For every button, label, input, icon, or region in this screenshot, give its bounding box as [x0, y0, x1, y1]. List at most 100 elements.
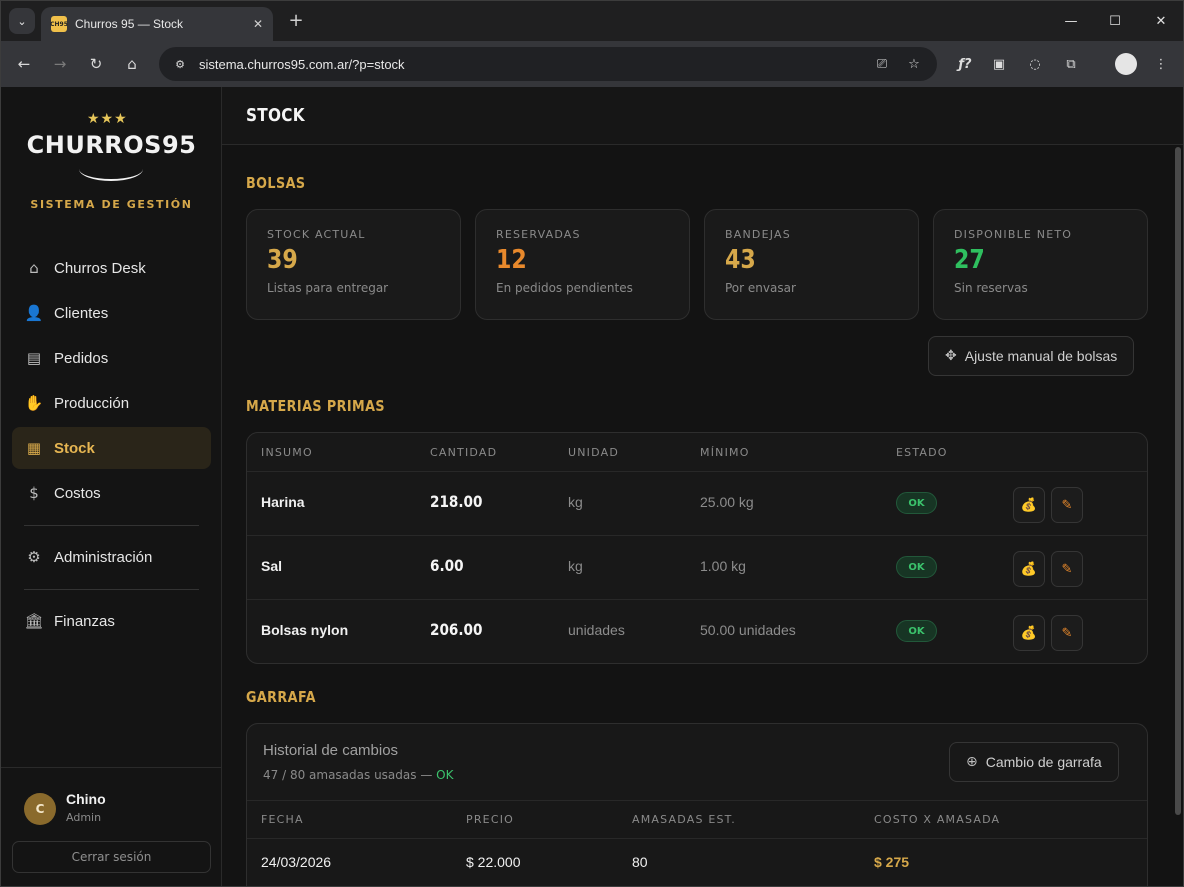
scrollbar[interactable] — [1175, 147, 1181, 815]
sidebar-item-label: Stock — [54, 439, 95, 457]
cell-unidad: kg — [568, 494, 583, 510]
card-label: STOCK ACTUAL — [267, 228, 366, 241]
logo-stars-icon: ★★★ — [87, 111, 128, 127]
browser-menu-icon[interactable]: ⋮ — [1151, 54, 1171, 74]
page-title: STOCK — [246, 105, 305, 126]
main-content: STOCK BOLSAS STOCK ACTUAL 39 Listas para… — [222, 87, 1183, 886]
cell-minimo: 50.00 unidades — [700, 622, 796, 638]
cell-precio: $ 22.000 — [466, 854, 521, 870]
cell-cantidad: 6.00 — [430, 556, 464, 575]
url-text: sistema.churros95.com.ar/?p=stock — [199, 56, 405, 72]
purchase-button[interactable]: 💰 — [1013, 551, 1045, 587]
sidebar-item-finanzas[interactable]: 🏛 Finanzas — [12, 600, 211, 642]
cell-cantidad: 218.00 — [430, 492, 483, 511]
money-bag-icon: 💰 — [1020, 625, 1038, 641]
plus-circle-icon: ⊕ — [966, 754, 978, 770]
clipboard-icon: ▦ — [26, 439, 42, 457]
extension-color-icon[interactable]: ▣ — [989, 54, 1009, 74]
close-window-button[interactable]: ✕ — [1141, 9, 1181, 33]
column-header: CANTIDAD — [430, 446, 498, 459]
tab-search-button[interactable]: ⌄ — [9, 8, 35, 34]
logout-button[interactable]: Cerrar sesión — [12, 841, 211, 873]
cell-minimo: 25.00 kg — [700, 494, 754, 510]
stat-card-bandejas: BANDEJAS 43 Por envasar — [704, 209, 919, 320]
cell-unidad: kg — [568, 558, 583, 574]
sidebar-item-label: Finanzas — [54, 612, 115, 630]
column-header: AMASADAS EST. — [632, 813, 736, 826]
history-title: Historial de cambios — [263, 742, 399, 759]
install-app-icon[interactable]: ⎚ — [873, 55, 891, 73]
table-row: Harina 218.00 kg 25.00 kg OK 💰 ✎ — [247, 471, 1147, 535]
reload-icon[interactable]: ↻ — [85, 53, 107, 75]
status-badge: OK — [896, 620, 937, 642]
page-header: STOCK — [222, 87, 1183, 145]
extension-fx-icon[interactable]: ƒ? — [955, 54, 975, 74]
user-role: Admin — [66, 811, 102, 824]
sidebar: ★★★ CHURROS95 SISTEMA DE GESTIÓN ⌂ Churr… — [1, 87, 222, 886]
money-bag-icon: 💰 — [1020, 497, 1038, 513]
sidebar-item-label: Costos — [54, 484, 101, 502]
home-icon[interactable]: ⌂ — [121, 53, 143, 75]
sidebar-item-stock[interactable]: ▦ Stock — [12, 427, 211, 469]
user-divider — [1, 767, 222, 768]
tab-title: Churros 95 — Stock — [75, 17, 184, 31]
edit-button[interactable]: ✎ — [1051, 551, 1083, 587]
tab-favicon: CH95 — [50, 16, 68, 32]
sidebar-item-label: Churros Desk — [54, 259, 146, 277]
browser-window: ⌄ CH95 Churros 95 — Stock ✕ + — ☐ ✕ ← → … — [0, 0, 1184, 887]
move-arrows-icon: ✥ — [945, 348, 957, 364]
sidebar-item-churros-desk[interactable]: ⌂ Churros Desk — [12, 247, 211, 289]
materias-table: INSUMO CANTIDAD UNIDAD MÍNIMO ESTADO Har… — [246, 432, 1148, 664]
profile-avatar-icon[interactable] — [1115, 53, 1137, 75]
edit-icon: ✎ — [1061, 625, 1073, 641]
sidebar-divider — [24, 525, 199, 526]
extensions-puzzle-icon[interactable]: ⧉ — [1061, 54, 1081, 74]
forward-icon[interactable]: → — [49, 53, 71, 75]
sidebar-item-produccion[interactable]: ✋ Producción — [12, 382, 211, 424]
logo-smile-icon — [79, 157, 143, 181]
column-header: UNIDAD — [568, 446, 619, 459]
card-value: 12 — [496, 245, 527, 275]
purchase-button[interactable]: 💰 — [1013, 615, 1045, 651]
change-garrafa-label: Cambio de garrafa — [985, 754, 1102, 770]
gear-icon: ⚙ — [27, 548, 41, 566]
sidebar-item-pedidos[interactable]: ▤ Pedidos — [12, 337, 211, 379]
bookmark-star-icon[interactable]: ☆ — [905, 55, 923, 73]
history-usage-text: 47 / 80 amasadas usadas — — [263, 768, 437, 782]
edit-button[interactable]: ✎ — [1051, 487, 1083, 523]
minimize-button[interactable]: — — [1051, 9, 1091, 33]
maximize-button[interactable]: ☐ — [1095, 9, 1135, 33]
table-row: Sal 6.00 kg 1.00 kg OK 💰 ✎ — [247, 535, 1147, 599]
section-title-garrafa: GARRAFA — [246, 688, 316, 706]
close-tab-icon[interactable]: ✕ — [253, 17, 263, 31]
cell-cantidad: 206.00 — [430, 620, 483, 639]
cell-minimo: 1.00 kg — [700, 558, 746, 574]
cell-insumo: Sal — [261, 558, 283, 574]
manual-adjust-button[interactable]: ✥ Ajuste manual de bolsas — [928, 336, 1135, 376]
edit-icon: ✎ — [1061, 497, 1073, 513]
address-bar[interactable]: ⚙ sistema.churros95.com.ar/?p=stock ⎚ ☆ — [159, 47, 937, 81]
back-icon[interactable]: ← — [13, 53, 35, 75]
sidebar-item-costos[interactable]: $ Costos — [12, 472, 211, 514]
card-sub: Por envasar — [725, 281, 796, 295]
sidebar-item-label: Producción — [54, 394, 130, 412]
table-row: Bolsas nylon 206.00 unidades 50.00 unida… — [247, 599, 1147, 663]
extension-sync-icon[interactable]: ◌ — [1025, 54, 1045, 74]
browser-tab[interactable]: CH95 Churros 95 — Stock ✕ — [41, 7, 273, 41]
new-tab-button[interactable]: + — [285, 9, 307, 31]
status-badge: OK — [896, 492, 937, 514]
cell-unidad: unidades — [568, 622, 625, 638]
purchase-button[interactable]: 💰 — [1013, 487, 1045, 523]
change-garrafa-button[interactable]: ⊕ Cambio de garrafa — [949, 742, 1119, 782]
logo-text: CHURROS95 — [26, 131, 197, 159]
card-label: DISPONIBLE NETO — [954, 228, 1073, 241]
home-icon: ⌂ — [29, 259, 39, 277]
card-label: BANDEJAS — [725, 228, 791, 241]
logo-subtitle: SISTEMA DE GESTIÓN — [30, 198, 193, 211]
history-subtitle: 47 / 80 amasadas usadas — OK — [263, 768, 453, 782]
sidebar-item-administracion[interactable]: ⚙ Administración — [12, 536, 211, 578]
sidebar-item-clientes[interactable]: 👤 Clientes — [12, 292, 211, 334]
edit-button[interactable]: ✎ — [1051, 615, 1083, 651]
site-info-icon[interactable]: ⚙ — [171, 55, 189, 73]
card-label: RESERVADAS — [496, 228, 581, 241]
